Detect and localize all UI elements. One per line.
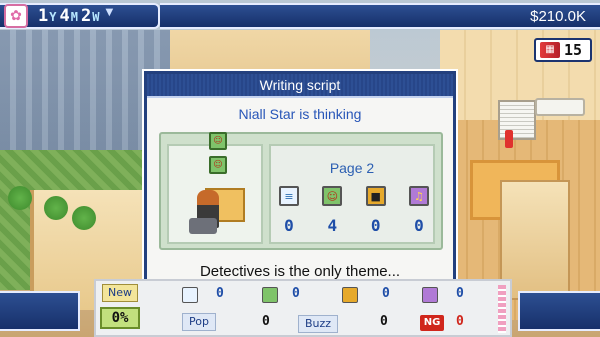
- music-icon: [422, 287, 438, 303]
- month-unit: M: [70, 10, 78, 24]
- new-badge: New: [102, 284, 138, 302]
- dialog-message: Detectives is the only theme...: [199, 263, 401, 280]
- buzz-value: 0: [380, 314, 388, 329]
- writer-at-desk: [183, 178, 249, 238]
- writer-illustration: ☺ ☺: [167, 132, 263, 244]
- strip-camera-value: 0: [382, 286, 390, 301]
- music-value: 0: [414, 216, 424, 235]
- money-display: $210.0K: [530, 7, 586, 25]
- stat-values: 0 4 0 0: [279, 216, 429, 235]
- air-conditioner: [535, 98, 585, 116]
- pop-value: 0: [262, 314, 270, 329]
- flower-icon[interactable]: ✿: [4, 4, 28, 28]
- people-icon: ☺: [209, 132, 227, 150]
- script-value: 0: [284, 216, 294, 235]
- genre-tag: Pop: [182, 313, 216, 331]
- card-count-value: 15: [564, 41, 583, 59]
- plant-icon: [72, 206, 96, 230]
- week-unit: W: [92, 10, 100, 24]
- production-strip: New 0% 0 0 0 0 Pop 0 Buzz 0 NG 0: [94, 279, 512, 337]
- month-number: 4: [59, 6, 70, 26]
- funds-bar: $210.0K: [160, 3, 600, 29]
- dialog-title: Writing script: [147, 74, 453, 98]
- week-number: 2: [80, 6, 92, 26]
- year-number: 1: [38, 6, 49, 26]
- plant-icon: [8, 186, 32, 210]
- strip-script-value: 0: [216, 286, 224, 301]
- people-icon: ☺: [322, 186, 343, 206]
- camera-icon: ■: [365, 186, 386, 206]
- people-icon: ☺: [209, 156, 227, 174]
- cards-icon: ▦: [540, 42, 560, 58]
- bottom-right-panel[interactable]: [518, 291, 600, 331]
- bottom-left-panel[interactable]: [0, 291, 80, 331]
- card-counter[interactable]: ▦ 15: [534, 38, 592, 62]
- progress-percent: 0%: [100, 307, 140, 329]
- page-label: Page 2: [329, 160, 375, 176]
- people-value: 4: [327, 216, 338, 235]
- script-panel: ☺ ☺ Page 2 ≡ ☺ ■ ♫ 0 4 0 0: [159, 132, 443, 250]
- date-bar[interactable]: ✿ 1 Y 4 M 2 W ▼: [0, 3, 160, 29]
- office-chair: [189, 218, 217, 234]
- strip-music-value: 0: [456, 286, 464, 301]
- ng-value: 0: [456, 314, 464, 329]
- plant-icon: [44, 196, 68, 220]
- game-date: 1 Y 4 M 2 W: [38, 6, 101, 26]
- buzz-tag: Buzz: [298, 315, 339, 333]
- writing-script-dialog[interactable]: Writing script Niall Star is thinking ☺ …: [144, 71, 456, 289]
- script-icon: [182, 287, 198, 303]
- people-icon: [262, 287, 278, 303]
- stat-icons: ≡ ☺ ■ ♫: [279, 186, 429, 206]
- strip-people-value: 0: [292, 286, 300, 301]
- music-icon: ♫: [408, 186, 429, 206]
- window-blinds: [498, 100, 536, 140]
- fire-extinguisher: [505, 130, 513, 148]
- year-unit: Y: [49, 10, 57, 24]
- camera-icon: [342, 287, 358, 303]
- chevron-down-icon[interactable]: ▼: [105, 7, 113, 18]
- ng-badge: NG: [420, 315, 444, 331]
- strip-scrollbar[interactable]: [498, 285, 506, 333]
- dialog-status: Niall Star is thinking: [238, 106, 362, 122]
- camera-value: 0: [370, 216, 381, 235]
- script-icon: ≡: [279, 186, 299, 206]
- script-stats: Page 2 ≡ ☺ ■ ♫ 0 4 0 0: [269, 144, 435, 244]
